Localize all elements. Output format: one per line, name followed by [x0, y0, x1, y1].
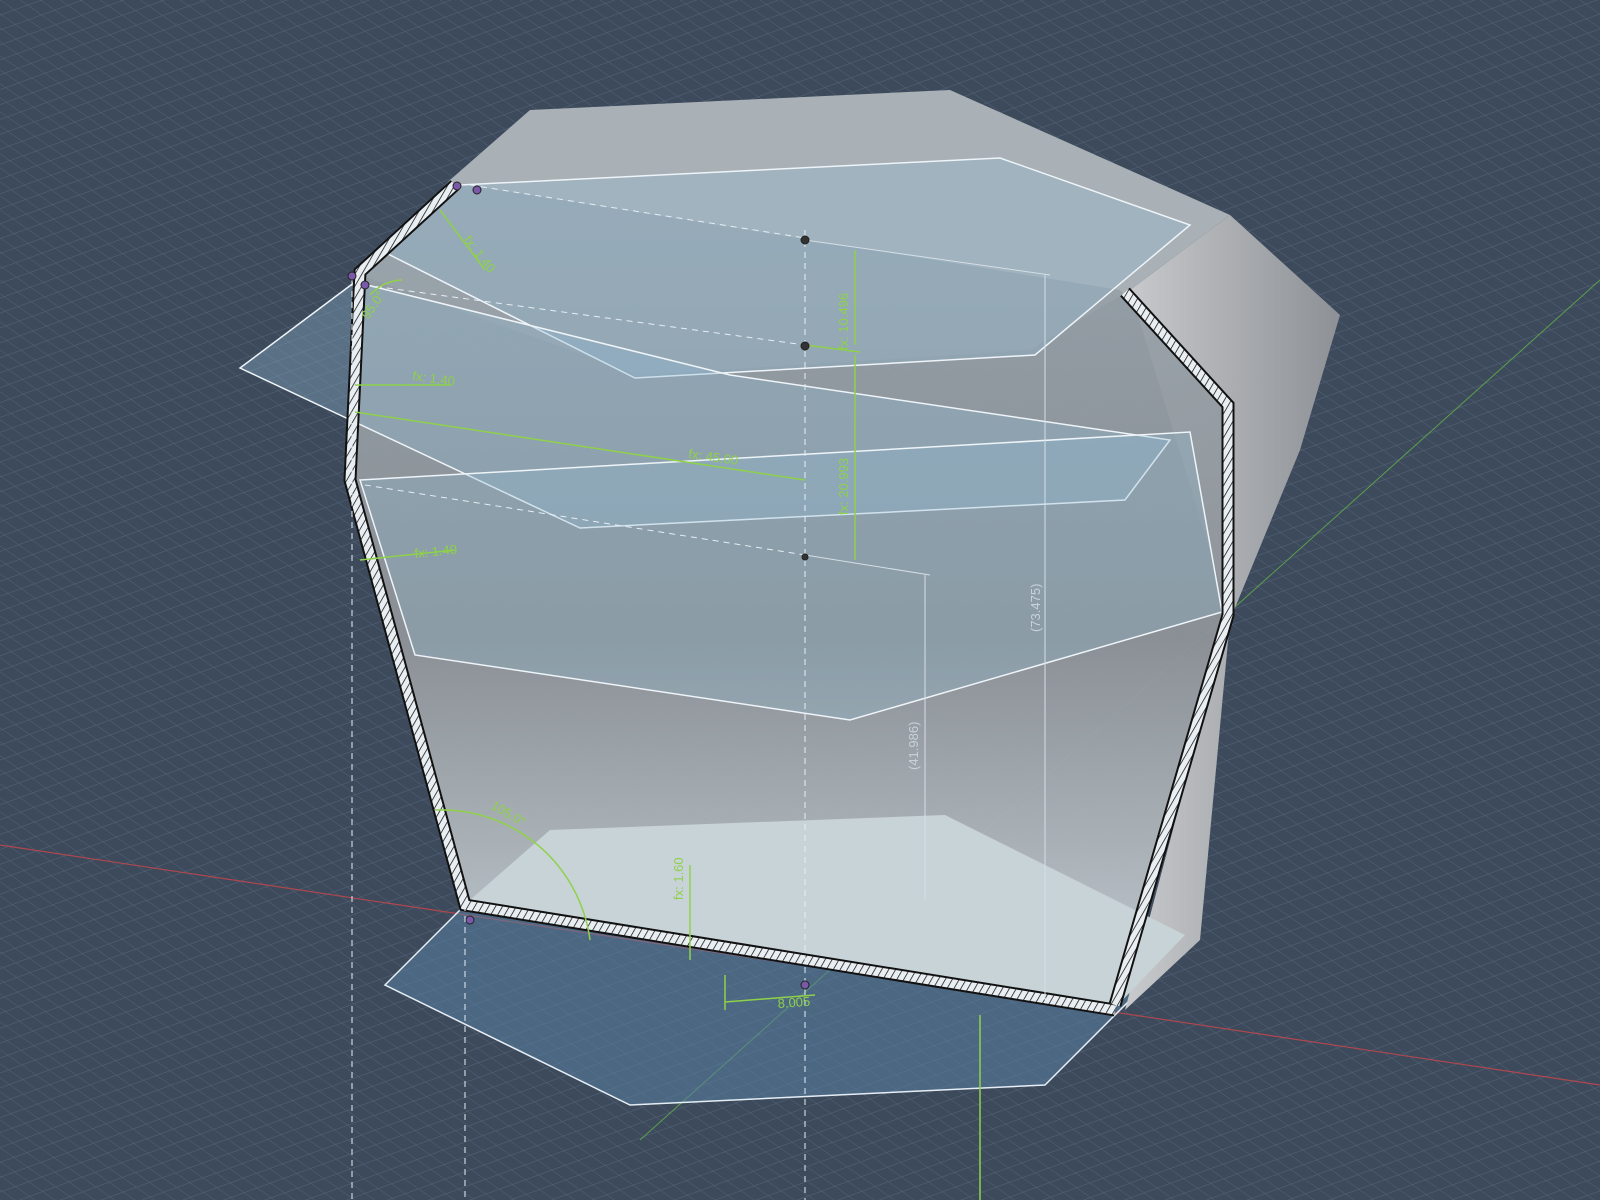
- ref-dim-total[interactable]: (73.475): [1028, 584, 1043, 632]
- cad-viewport[interactable]: fx: 1.40 95.0° fx: 1.40 fx: 45.00 fx: 1.…: [0, 0, 1600, 1200]
- dim-height-mid[interactable]: fx: 20.993: [836, 458, 851, 515]
- dim-height-top[interactable]: fx: 10.496: [836, 293, 851, 350]
- ref-dim-lower[interactable]: (41.986): [906, 722, 921, 770]
- dim-slot-width[interactable]: 8.005: [777, 994, 811, 1011]
- dim-floor-thickness[interactable]: fx: 1.60: [671, 857, 686, 900]
